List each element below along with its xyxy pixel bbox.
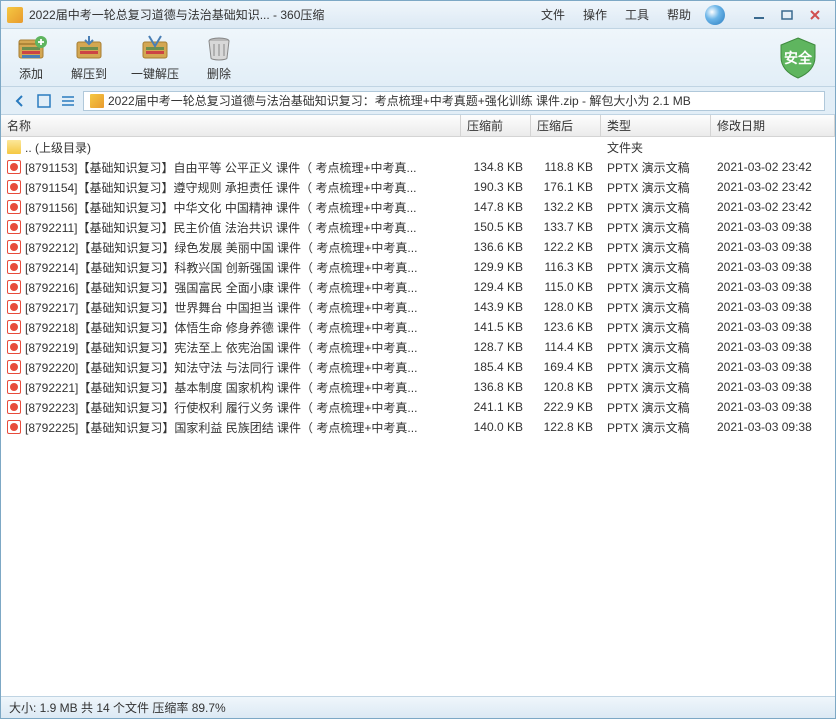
add-icon	[15, 34, 47, 62]
one-click-label: 一键解压	[131, 65, 179, 82]
maximize-button[interactable]	[773, 5, 801, 25]
svg-text:安全: 安全	[784, 50, 813, 66]
file-row[interactable]: [8791154]【基础知识复习】遵守规则 承担责任 课件（ 考点梳理+中考真.…	[1, 177, 835, 197]
close-button[interactable]	[801, 5, 829, 25]
addressbar: 2022届中考一轮总复习道德与法治基础知识复习：考点梳理+中考真题+强化训练 课…	[1, 87, 835, 115]
pptx-icon	[7, 300, 21, 314]
menu-operate[interactable]: 操作	[583, 6, 607, 23]
delete-button[interactable]: 删除	[203, 34, 235, 82]
pptx-icon	[7, 420, 21, 434]
menu-help[interactable]: 帮助	[667, 6, 691, 23]
pptx-icon	[7, 340, 21, 354]
file-row[interactable]: [8792223]【基础知识复习】行使权利 履行义务 课件（ 考点梳理+中考真.…	[1, 397, 835, 417]
file-row[interactable]: [8792221]【基础知识复习】基本制度 国家机构 课件（ 考点梳理+中考真.…	[1, 377, 835, 397]
file-row[interactable]: [8792214]【基础知识复习】科教兴国 创新强国 课件（ 考点梳理+中考真.…	[1, 257, 835, 277]
column-headers: 名称 压缩前 压缩后 类型 修改日期	[1, 115, 835, 137]
minimize-button[interactable]	[745, 5, 773, 25]
extract-to-icon	[73, 34, 105, 62]
pptx-icon	[7, 320, 21, 334]
file-row[interactable]: [8792216]【基础知识复习】强国富民 全面小康 课件（ 考点梳理+中考真.…	[1, 277, 835, 297]
pptx-icon	[7, 280, 21, 294]
col-type-header[interactable]: 类型	[601, 115, 711, 136]
brand-logo-icon	[705, 5, 725, 25]
archive-icon	[90, 94, 104, 108]
pptx-icon	[7, 360, 21, 374]
file-row[interactable]: [8792225]【基础知识复习】国家利益 民族团结 课件（ 考点梳理+中考真.…	[1, 417, 835, 437]
delete-label: 删除	[207, 65, 231, 82]
file-row[interactable]: [8792217]【基础知识复习】世界舞台 中国担当 课件（ 考点梳理+中考真.…	[1, 297, 835, 317]
add-label: 添加	[19, 65, 43, 82]
titlebar: 2022届中考一轮总复习道德与法治基础知识... - 360压缩 文件 操作 工…	[1, 1, 835, 29]
menu-file[interactable]: 文件	[541, 6, 565, 23]
col-before-header[interactable]: 压缩前	[461, 115, 531, 136]
app-window: 2022届中考一轮总复习道德与法治基础知识... - 360压缩 文件 操作 工…	[0, 0, 836, 719]
back-button[interactable]	[11, 92, 29, 110]
file-row[interactable]: [8791156]【基础知识复习】中华文化 中国精神 课件（ 考点梳理+中考真.…	[1, 197, 835, 217]
extract-to-button[interactable]: 解压到	[71, 34, 107, 82]
menu-tools[interactable]: 工具	[625, 6, 649, 23]
pptx-icon	[7, 160, 21, 174]
col-name-header[interactable]: 名称	[1, 115, 461, 136]
add-button[interactable]: 添加	[15, 34, 47, 82]
statusbar: 大小: 1.9 MB 共 14 个文件 压缩率 89.7%	[1, 696, 835, 718]
address-text: 2022届中考一轮总复习道德与法治基础知识复习：考点梳理+中考真题+强化训练 课…	[108, 92, 691, 109]
file-row[interactable]: [8792219]【基础知识复习】宪法至上 依宪治国 课件（ 考点梳理+中考真.…	[1, 337, 835, 357]
file-row[interactable]: [8792211]【基础知识复习】民主价值 法治共识 课件（ 考点梳理+中考真.…	[1, 217, 835, 237]
extract-to-label: 解压到	[71, 65, 107, 82]
col-after-header[interactable]: 压缩后	[531, 115, 601, 136]
pptx-icon	[7, 380, 21, 394]
pptx-icon	[7, 200, 21, 214]
view-large-icon[interactable]	[35, 92, 53, 110]
app-icon	[7, 7, 23, 23]
delete-icon	[203, 34, 235, 62]
col-date-header[interactable]: 修改日期	[711, 115, 835, 136]
folder-icon	[7, 140, 21, 154]
toolbar: 添加 解压到 一键解压 删除 安全	[1, 29, 835, 87]
one-click-extract-button[interactable]: 一键解压	[131, 34, 179, 82]
file-row[interactable]: [8792212]【基础知识复习】绿色发展 美丽中国 课件（ 考点梳理+中考真.…	[1, 237, 835, 257]
one-click-icon	[139, 34, 171, 62]
status-text: 大小: 1.9 MB 共 14 个文件 压缩率 89.7%	[9, 699, 226, 716]
view-list-icon[interactable]	[59, 92, 77, 110]
file-row[interactable]: [8792218]【基础知识复习】体悟生命 修身养德 课件（ 考点梳理+中考真.…	[1, 317, 835, 337]
menubar: 文件 操作 工具 帮助	[527, 6, 705, 23]
file-row[interactable]: [8791153]【基础知识复习】自由平等 公平正义 课件（ 考点梳理+中考真.…	[1, 157, 835, 177]
window-title: 2022届中考一轮总复习道德与法治基础知识... - 360压缩	[29, 6, 527, 23]
file-list[interactable]: .. (上级目录) 文件夹 [8791153]【基础知识复习】自由平等 公平正义…	[1, 137, 835, 696]
pptx-icon	[7, 240, 21, 254]
address-input[interactable]: 2022届中考一轮总复习道德与法治基础知识复习：考点梳理+中考真题+强化训练 课…	[83, 91, 825, 111]
safe-badge: 安全	[775, 35, 821, 81]
pptx-icon	[7, 260, 21, 274]
pptx-icon	[7, 180, 21, 194]
pptx-icon	[7, 400, 21, 414]
pptx-icon	[7, 220, 21, 234]
window-controls	[745, 5, 829, 25]
parent-dir-row[interactable]: .. (上级目录) 文件夹	[1, 137, 835, 157]
file-row[interactable]: [8792220]【基础知识复习】知法守法 与法同行 课件（ 考点梳理+中考真.…	[1, 357, 835, 377]
